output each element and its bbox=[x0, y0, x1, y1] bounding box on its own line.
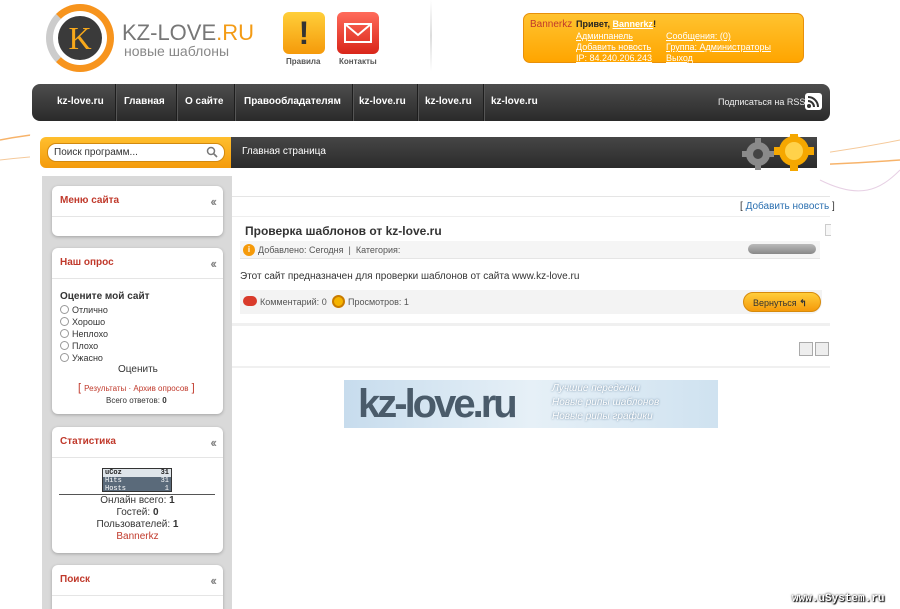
poll-option[interactable]: Плохо bbox=[60, 341, 98, 351]
breadcrumb[interactable]: Главная страница bbox=[242, 146, 326, 157]
collapse-icon[interactable]: ‹‹ bbox=[210, 194, 217, 209]
banner-logo: kz-love.ru bbox=[358, 382, 518, 426]
search-panel: Поиск ‹‹ bbox=[52, 565, 223, 609]
vote-button[interactable]: Оценить bbox=[118, 364, 158, 375]
group-link[interactable]: Группа: Администраторы bbox=[666, 42, 771, 52]
greeting-user-link[interactable]: Bannerkz bbox=[613, 19, 654, 29]
user-box: Bannerkz Привет, Bannerkz! Админпанель Д… bbox=[523, 13, 804, 63]
info-icon: i bbox=[243, 244, 255, 256]
contacts-label[interactable]: Контакты bbox=[339, 57, 377, 66]
panel-divider bbox=[52, 595, 223, 596]
rules-icon[interactable]: ! bbox=[283, 12, 325, 54]
radio-icon[interactable] bbox=[60, 317, 69, 326]
header-divider bbox=[430, 0, 432, 72]
news-meta: Добавлено: Сегодня | Категория: bbox=[258, 245, 401, 255]
poll-panel: Наш опрос ‹‹ Оцените мой сайт Отлично Хо… bbox=[52, 248, 223, 414]
gears-icon bbox=[742, 134, 814, 171]
rss-feed-icon[interactable] bbox=[815, 342, 829, 356]
add-news: [ Добавить новость ] bbox=[740, 201, 835, 212]
menu-title: Меню сайта bbox=[60, 195, 120, 206]
radio-icon[interactable] bbox=[60, 329, 69, 338]
ip-address: IP: 84.240.206.243 bbox=[576, 53, 653, 63]
poll-option[interactable]: Отлично bbox=[60, 305, 108, 315]
poll-option[interactable]: Хорошо bbox=[60, 317, 105, 327]
banner[interactable]: kz-love.ru Лучшие переделки Новые рипы ш… bbox=[344, 380, 718, 428]
online-user-link[interactable]: Bannerkz bbox=[52, 531, 223, 543]
banner-line: Новые рипы шаблонов bbox=[552, 397, 660, 408]
eye-icon bbox=[332, 295, 345, 308]
hit-counter[interactable]: uCoz 31 Hits 31 Hosts 1 bbox=[102, 468, 172, 493]
poll-total: Всего ответов: 0 bbox=[106, 396, 167, 405]
nav-item-kzlove-2[interactable]: kz-love.ru bbox=[348, 84, 418, 121]
comments-count[interactable]: Комментарий: 0 bbox=[260, 297, 327, 307]
online-stats: Онлайн всего: 1 Гостей: 0 Пользователей:… bbox=[52, 495, 223, 543]
nav-item-kzlove-1[interactable]: kz-love.ru bbox=[46, 84, 116, 121]
poll-question: Оцените мой сайт bbox=[60, 291, 150, 302]
poll-links: [ Результаты · Архив опросов ] bbox=[78, 382, 195, 394]
news-footer-bar bbox=[240, 290, 822, 314]
search-icon[interactable] bbox=[206, 146, 218, 158]
watermark: www.uSystem.ru bbox=[792, 593, 885, 605]
logo-subtitle: новые шаблоны bbox=[124, 43, 230, 59]
stats-title: Статистика bbox=[60, 436, 116, 447]
radio-icon[interactable] bbox=[60, 305, 69, 314]
admin-panel-link[interactable]: Админпанель bbox=[576, 31, 633, 41]
panel-divider bbox=[52, 216, 223, 217]
main-nav: kz-love.ru Главная О сайте Правообладате… bbox=[32, 84, 830, 121]
search-input[interactable] bbox=[47, 143, 225, 162]
add-news-button[interactable]: Добавить новость bbox=[746, 201, 830, 212]
poll-archive-link[interactable]: Архив опросов bbox=[133, 384, 188, 393]
nav-item-home[interactable]: Главная bbox=[113, 84, 177, 121]
nav-item-copyright[interactable]: Правообладателям bbox=[233, 84, 353, 121]
add-news-link[interactable]: Добавить новость bbox=[576, 42, 651, 52]
logo-icon[interactable]: K bbox=[58, 16, 102, 60]
poll-title: Наш опрос bbox=[60, 257, 114, 268]
views-count: Просмотров: 1 bbox=[348, 297, 409, 307]
search-title: Поиск bbox=[60, 574, 91, 585]
logout-link[interactable]: Выход bbox=[666, 53, 693, 63]
poll-option[interactable]: Неплохо bbox=[60, 329, 108, 339]
rss-icon[interactable] bbox=[805, 93, 822, 110]
rating-stars[interactable] bbox=[748, 244, 816, 254]
collapse-icon[interactable]: ‹‹ bbox=[210, 573, 217, 588]
messages-link[interactable]: Сообщения: (0) bbox=[666, 31, 731, 41]
poll-option[interactable]: Ужасно bbox=[60, 353, 103, 363]
collapse-icon[interactable]: ‹‹ bbox=[210, 435, 217, 450]
view-icon[interactable] bbox=[799, 342, 813, 356]
nav-item-about[interactable]: О сайте bbox=[174, 84, 236, 121]
nav-item-kzlove-3[interactable]: kz-love.ru bbox=[414, 84, 484, 121]
radio-icon[interactable] bbox=[60, 353, 69, 362]
envelope-icon bbox=[344, 23, 372, 43]
nav-item-kzlove-4[interactable]: kz-love.ru bbox=[480, 84, 549, 121]
comment-icon bbox=[243, 296, 257, 306]
content-divider bbox=[232, 196, 830, 197]
panel-divider bbox=[52, 457, 223, 458]
news-body: Этот сайт предназначен для проверки шабл… bbox=[240, 271, 580, 282]
contacts-icon[interactable] bbox=[337, 12, 379, 54]
poll-results-link[interactable]: Результаты bbox=[84, 384, 126, 393]
greeting: Привет, Bannerkz! bbox=[576, 19, 657, 29]
back-arrow-icon: ↰ bbox=[799, 298, 807, 308]
radio-icon[interactable] bbox=[60, 341, 69, 350]
rules-label[interactable]: Правила bbox=[286, 57, 320, 66]
back-button[interactable]: Вернуться ↰ bbox=[743, 292, 821, 312]
controls-row bbox=[232, 330, 830, 368]
news-title[interactable]: Проверка шаблонов от kz-love.ru bbox=[245, 224, 442, 238]
menu-panel: Меню сайта ‹‹ bbox=[52, 186, 223, 236]
user-name: Bannerkz bbox=[530, 19, 573, 30]
entry-edge-tab bbox=[825, 224, 831, 236]
banner-line: Лучшие переделки bbox=[552, 383, 640, 394]
banner-line: Новые рипы графики bbox=[552, 411, 653, 422]
stats-panel: Статистика ‹‹ uCoz 31 Hits 31 Hosts 1 Онлай… bbox=[52, 427, 223, 553]
rss-link[interactable]: Подписаться на RSS bbox=[718, 84, 805, 120]
panel-divider bbox=[52, 278, 223, 279]
collapse-icon[interactable]: ‹‹ bbox=[210, 256, 217, 271]
